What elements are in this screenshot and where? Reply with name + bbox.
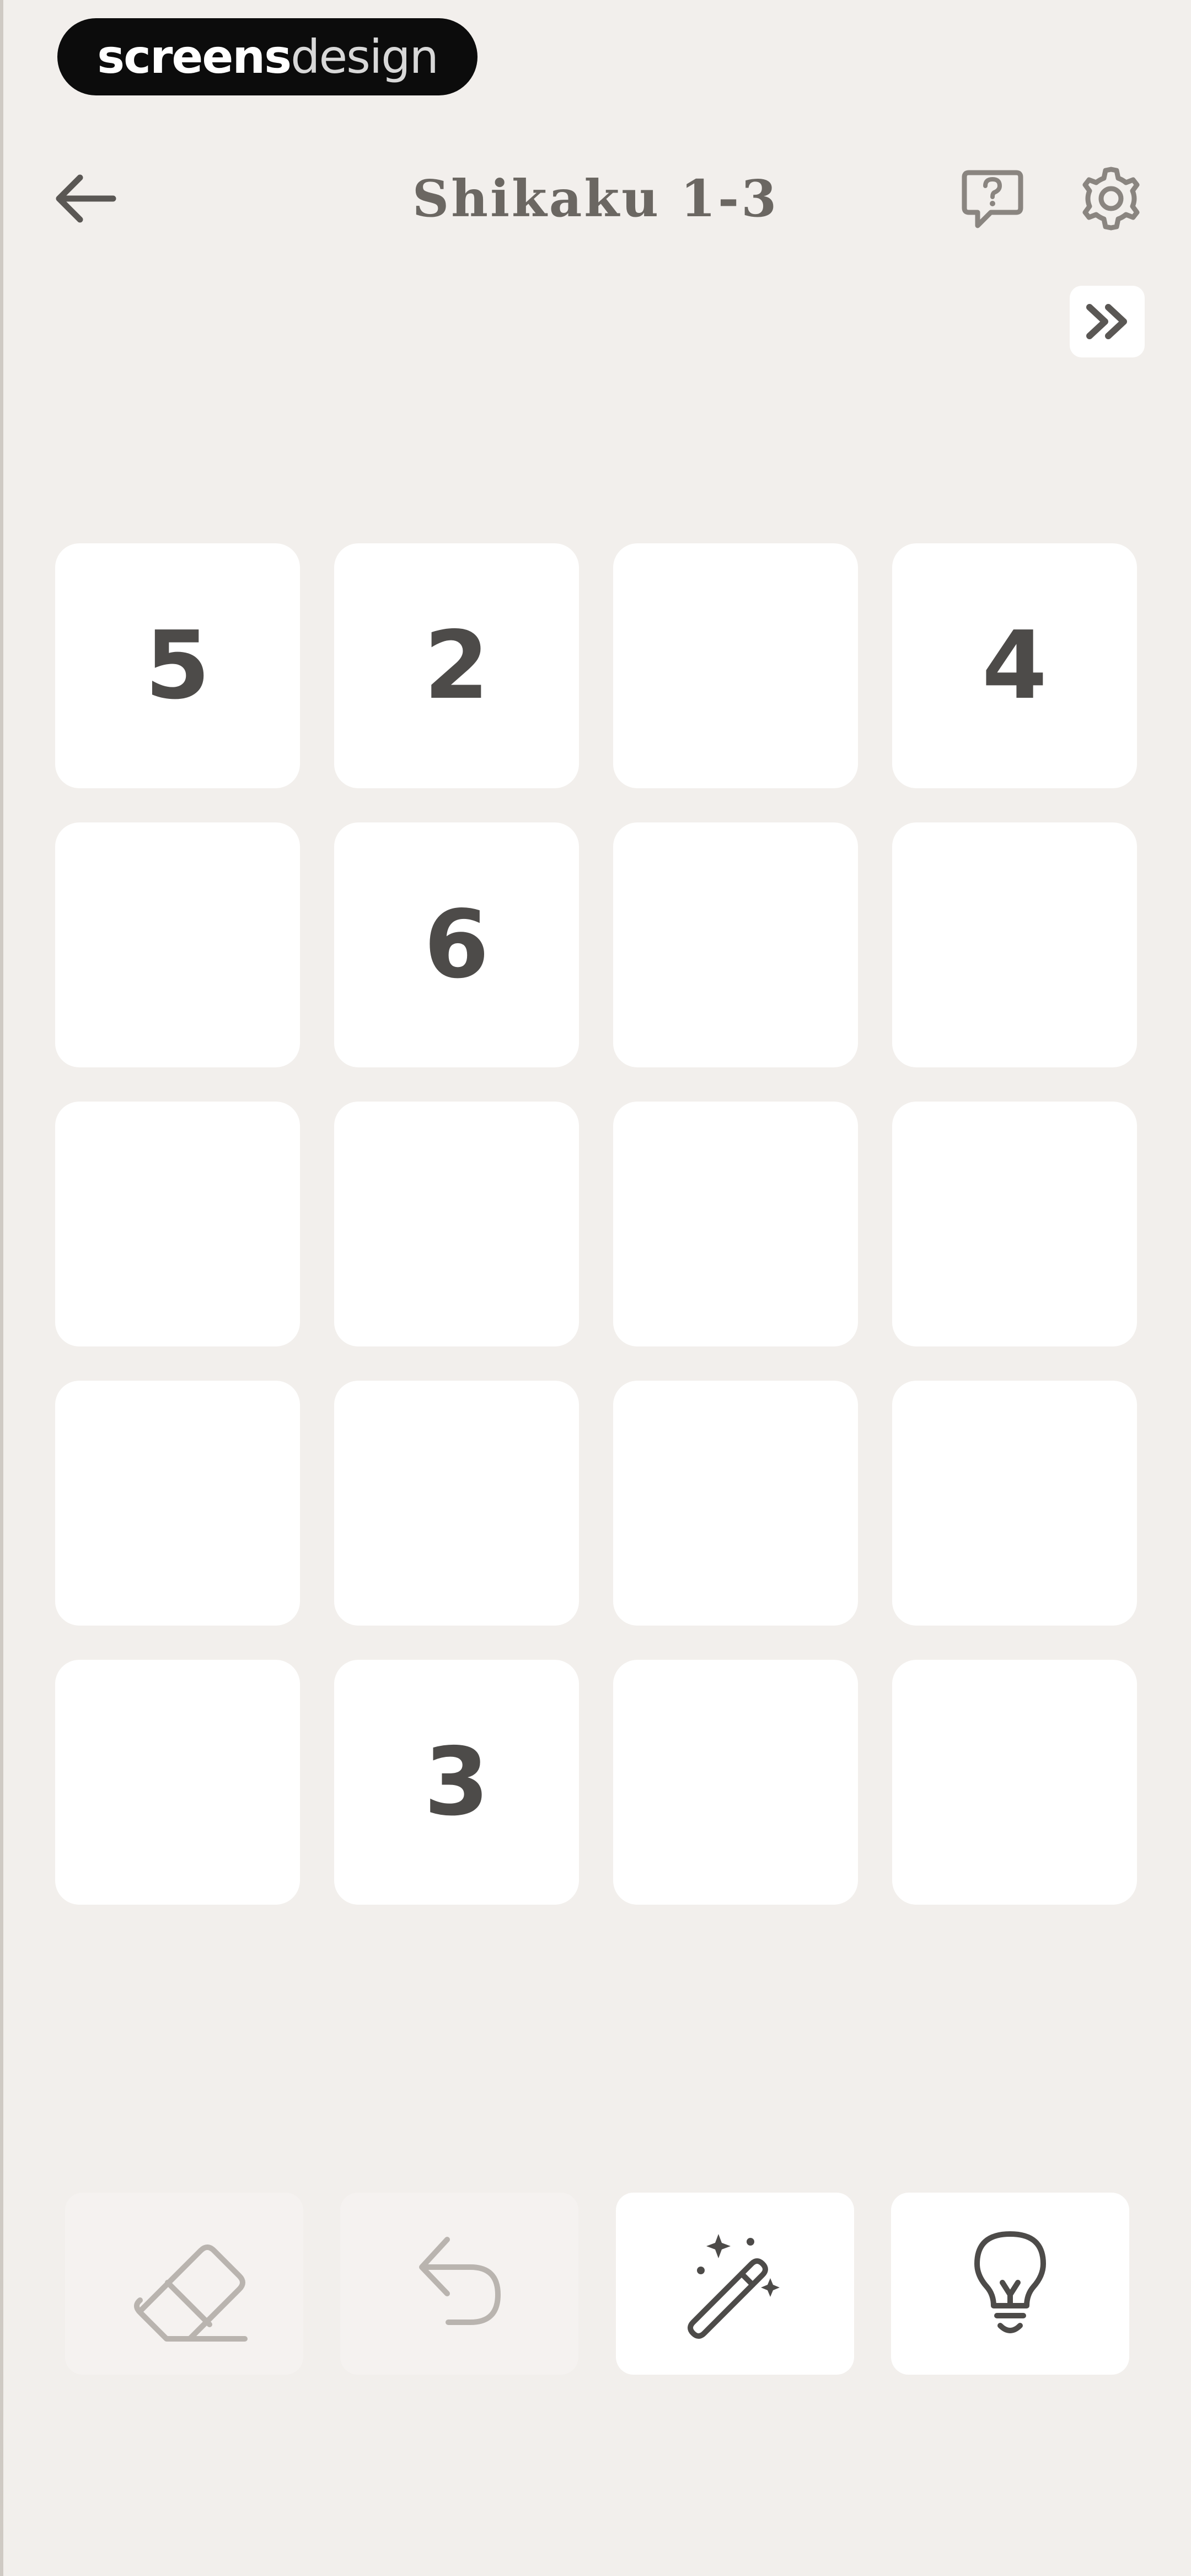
grid-cell[interactable] <box>892 1102 1137 1346</box>
grid-cell[interactable]: 5 <box>55 543 300 788</box>
grid-cell[interactable] <box>334 1381 579 1626</box>
grid-cell[interactable] <box>613 1660 858 1905</box>
eraser-icon <box>134 2244 248 2342</box>
hint-button[interactable] <box>890 2193 1129 2375</box>
grid-cell[interactable] <box>55 1102 300 1346</box>
lightbulb-icon <box>974 2231 1046 2333</box>
grid-cell[interactable] <box>55 1660 300 1905</box>
puzzle-grid: 52 4 6 3 <box>55 543 1137 1906</box>
grid-cell[interactable]: 2 <box>334 543 579 788</box>
grid-cell[interactable] <box>55 1381 300 1626</box>
grid-cell[interactable] <box>892 1660 1137 1905</box>
magic-wand-button[interactable] <box>615 2193 854 2375</box>
grid-cell[interactable] <box>613 822 858 1067</box>
grid-cell[interactable]: 4 <box>892 543 1137 788</box>
window-edge <box>0 0 3 2576</box>
grid-cell[interactable] <box>613 1102 858 1346</box>
watermark-text-screens: screens <box>97 30 292 84</box>
grid-cell[interactable] <box>613 543 858 788</box>
skip-button[interactable] <box>1070 286 1145 357</box>
question-bubble-icon <box>962 170 1023 228</box>
grid-cell[interactable] <box>892 1381 1137 1626</box>
back-button[interactable] <box>44 165 127 232</box>
eraser-button[interactable] <box>65 2193 303 2375</box>
grid-cell[interactable]: 6 <box>334 822 579 1067</box>
undo-button[interactable] <box>340 2193 579 2375</box>
page-title: Shikaku 1-3 <box>412 169 779 228</box>
arrow-left-icon <box>56 174 116 223</box>
grid-cell[interactable]: 3 <box>334 1660 579 1905</box>
undo-icon <box>419 2237 501 2325</box>
toolbar <box>65 2193 1129 2375</box>
magic-wand-icon <box>687 2234 780 2339</box>
settings-button[interactable] <box>1067 160 1155 237</box>
double-chevron-right-icon <box>1086 304 1127 339</box>
grid-cell[interactable] <box>892 822 1137 1067</box>
top-bar: Shikaku 1-3 <box>0 143 1191 254</box>
game-screen: screens design Shikaku 1-3 5 2 4 6 3 <box>0 0 1191 2576</box>
grid-cell[interactable] <box>334 1102 579 1346</box>
help-button[interactable] <box>948 160 1037 237</box>
watermark-logo: screens design <box>57 18 478 95</box>
grid-cell[interactable] <box>55 822 300 1067</box>
watermark-text-design: design <box>291 30 439 84</box>
gear-icon <box>1082 167 1140 231</box>
grid-cell[interactable] <box>613 1381 858 1626</box>
